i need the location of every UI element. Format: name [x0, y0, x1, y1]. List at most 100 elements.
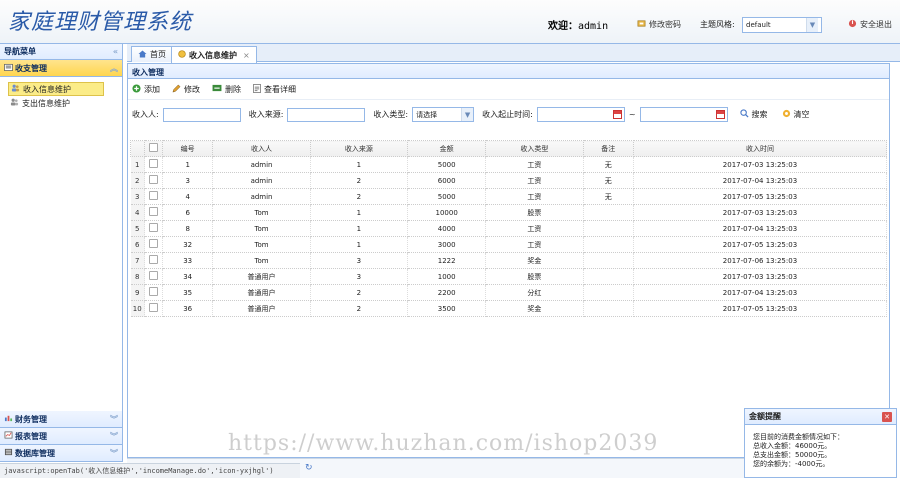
sidebar-section-income-expense[interactable]: 收支管理 ︽: [0, 60, 122, 77]
row-checkbox[interactable]: [149, 255, 158, 264]
column-header[interactable]: 收入时间: [632, 140, 888, 157]
sidebar-section-database[interactable]: 数据库管理 ︾: [0, 445, 122, 462]
row-select-cell[interactable]: [144, 204, 163, 221]
table-row[interactable]: 7 33 Tom 3 1222 奖金 2017-07-06 13:25:03: [130, 252, 888, 269]
income-type-select[interactable]: 请选择 ▼: [412, 107, 475, 122]
sidebar-title: 导航菜单: [4, 47, 36, 56]
sidebar-section-reports[interactable]: 报表管理 ︾: [0, 428, 122, 445]
column-header[interactable]: 收入类型: [485, 140, 584, 157]
tab-home[interactable]: 首页: [131, 46, 173, 62]
table-row[interactable]: 9 35 普通用户 2 2200 分红 2017-07-04 13:25:03: [130, 284, 888, 301]
app-title: 家庭理财管理系统: [8, 10, 193, 35]
sidebar-item-income[interactable]: 收入信息维护: [8, 82, 104, 96]
row-checkbox[interactable]: [149, 207, 158, 216]
income-person-field: 收入人:: [132, 107, 241, 122]
row-select-cell[interactable]: [144, 268, 163, 285]
chevron-down-icon: ▼: [806, 18, 818, 32]
column-header[interactable]: 收入人: [212, 140, 311, 157]
row-checkbox[interactable]: [149, 191, 158, 200]
table-body: 1 1 admin 1 5000 工资无 2017-07-03 13:25:03 2 3 admi…: [130, 156, 888, 317]
income-table: 编号 收入人 收入来源 金额 收入类型 备注 收入时间 1 1 admin 1 5000 工资无 201…: [130, 140, 888, 317]
row-number: 2: [130, 172, 145, 189]
table-row[interactable]: 1 1 admin 1 5000 工资无 2017-07-03 13:25:03: [130, 156, 888, 173]
calendar-icon[interactable]: [612, 110, 622, 119]
calendar-icon[interactable]: [715, 110, 725, 119]
income-type-label: 收入类型:: [373, 110, 409, 119]
table-cell: 普通用户: [212, 284, 311, 301]
table-row[interactable]: 8 34 普通用户 3 1000 股票 2017-07-03 13:25:03: [130, 268, 888, 285]
change-password-link[interactable]: 修改密码: [637, 19, 681, 30]
row-select-cell[interactable]: [144, 156, 163, 173]
row-number: 7: [130, 252, 145, 269]
sidebar-header: 导航菜单 «: [0, 44, 122, 60]
row-select-cell[interactable]: [144, 252, 163, 269]
end-date-input[interactable]: [639, 107, 728, 122]
theme-label: 主题风格:: [700, 20, 735, 29]
edit-button[interactable]: 修改: [172, 84, 200, 95]
add-button[interactable]: 添加: [132, 83, 160, 95]
table-cell: Tom: [212, 236, 311, 253]
table-cell: 4: [162, 188, 214, 205]
row-select-cell[interactable]: [144, 188, 163, 205]
collapse-left-icon[interactable]: «: [113, 47, 118, 56]
view-detail-button[interactable]: 查看详细: [253, 83, 296, 95]
table-cell: 5000: [407, 156, 487, 173]
row-checkbox[interactable]: [149, 223, 158, 232]
table-cell: 2200: [407, 284, 487, 301]
close-icon[interactable]: ✕: [882, 411, 892, 422]
table-row[interactable]: 4 6 Tom 1 10000 股票 2017-07-03 13:25:03: [130, 204, 888, 221]
row-select-cell[interactable]: [144, 284, 163, 301]
row-select-cell[interactable]: [144, 220, 163, 237]
table-cell: 无: [583, 188, 634, 205]
row-checkbox[interactable]: [149, 271, 158, 280]
table-cell: 2017-07-04 13:25:03: [633, 220, 888, 237]
table-row[interactable]: 6 32 Tom 1 3000 工资 2017-07-05 13:25:03: [130, 236, 888, 253]
report-icon: [4, 431, 13, 441]
search-label: 搜索: [751, 110, 768, 119]
watermark: https://www.huzhan.com/ishop2039: [228, 431, 659, 456]
sidebar-item-expense[interactable]: 支出信息维护: [8, 96, 114, 110]
table-cell: 5000: [407, 188, 487, 205]
tab-income-maintenance[interactable]: 收入信息维护 ×: [171, 46, 257, 63]
close-icon[interactable]: ×: [243, 51, 250, 60]
row-checkbox[interactable]: [149, 303, 158, 312]
balance-notification: 金额提醒 ✕ 您目前的消费金额情况如下： 总收入金额：46000元。 总支出金额…: [744, 408, 897, 478]
table-cell: [583, 284, 634, 301]
select-all-header[interactable]: [144, 140, 163, 157]
row-checkbox[interactable]: [149, 239, 158, 248]
table-cell: 工资: [485, 156, 584, 173]
row-checkbox[interactable]: [149, 175, 158, 184]
row-checkbox[interactable]: [149, 287, 158, 296]
table-row[interactable]: 3 4 admin 2 5000 工资无 2017-07-05 13:25:03: [130, 188, 888, 205]
search-button[interactable]: 搜索: [739, 109, 768, 120]
table-cell: Tom: [212, 220, 311, 237]
table-cell: 1: [310, 156, 409, 173]
table-cell: 工资: [485, 172, 584, 189]
start-date-input[interactable]: [536, 107, 625, 122]
table-cell: 2: [310, 284, 409, 301]
row-select-cell[interactable]: [144, 300, 163, 317]
table-row[interactable]: 2 3 admin 2 6000 工资无 2017-07-04 13:25:03: [130, 172, 888, 189]
table-cell: 奖金: [485, 252, 584, 269]
row-select-cell[interactable]: [144, 236, 163, 253]
income-source-input[interactable]: [287, 107, 366, 122]
row-number: 4: [130, 204, 145, 221]
refresh-icon[interactable]: ↻: [305, 463, 313, 473]
column-header[interactable]: 金额: [407, 140, 487, 157]
clear-button[interactable]: 清空: [782, 109, 810, 120]
column-header[interactable]: 收入来源: [309, 140, 409, 157]
row-checkbox[interactable]: [149, 159, 158, 168]
row-select-cell[interactable]: [144, 172, 163, 189]
column-header[interactable]: 备注: [582, 140, 634, 157]
select-all-checkbox[interactable]: [149, 143, 158, 152]
table-cell: 1: [310, 204, 409, 221]
income-person-input[interactable]: [162, 107, 241, 122]
table-row[interactable]: 5 8 Tom 1 4000 工资 2017-07-04 13:25:03: [130, 220, 888, 237]
table-row[interactable]: 10 36 普通用户 2 3500 奖金 2017-07-05 13:25:03: [130, 300, 888, 317]
sidebar-section-finance[interactable]: 财务管理 ︾: [0, 411, 122, 428]
theme-select[interactable]: default ▼: [742, 17, 822, 33]
delete-button[interactable]: 删除: [212, 84, 241, 95]
logout-link[interactable]: 安全退出: [848, 19, 892, 30]
table-cell: 3500: [407, 300, 487, 317]
column-header[interactable]: 编号: [161, 140, 214, 157]
